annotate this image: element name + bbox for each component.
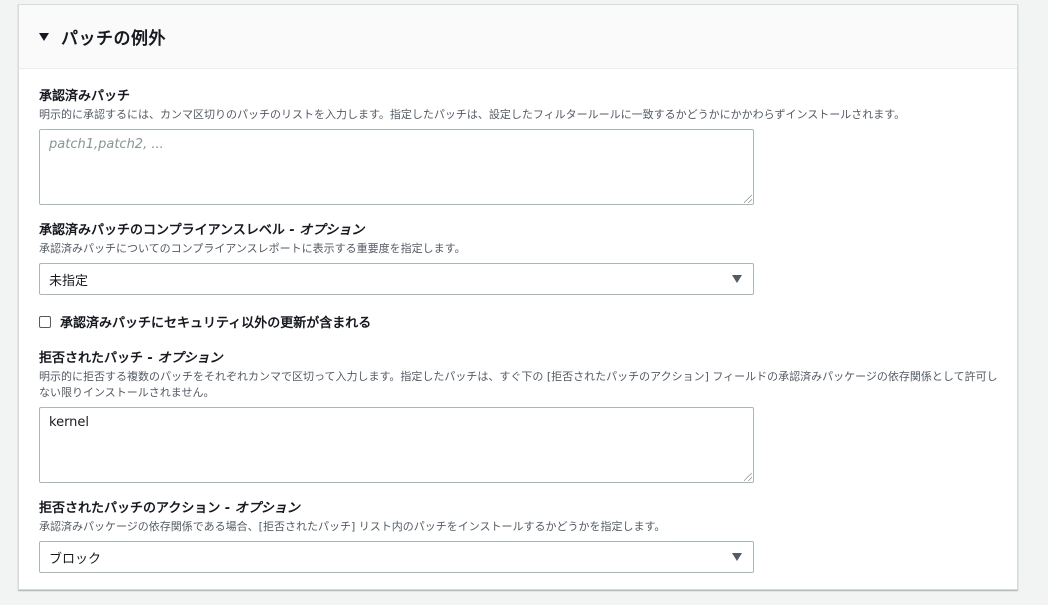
rejected-patches-value: kernel (49, 415, 90, 430)
resize-grip-icon[interactable] (744, 195, 752, 203)
patch-exceptions-panel: パッチの例外 承認済みパッチ 明示的に承認するには、カンマ区切りのパッチのリスト… (18, 4, 1018, 590)
include-non-security-checkbox[interactable] (39, 315, 51, 328)
rejected-patches-field: 拒否されたパッチ - オプション 明示的に拒否する複数のパッチをそれぞれカンマで… (39, 351, 1004, 483)
approved-patches-placeholder: patch1,patch2, ... (49, 137, 164, 152)
rejected-patches-label-text: 拒否されたパッチ (39, 351, 144, 366)
approved-patches-description: 明示的に承認するには、カンマ区切りのパッチのリストを入力します。指定したパッチは… (39, 108, 906, 121)
panel-title: パッチの例外 (61, 29, 166, 49)
rejected-patches-label: 拒否されたパッチ - オプション (39, 351, 1004, 367)
approved-patches-textarea[interactable]: patch1,patch2, ... (39, 129, 754, 205)
caret-down-icon[interactable] (39, 33, 49, 41)
compliance-level-selected: 未指定 (49, 273, 89, 289)
include-non-security-row[interactable]: 承認済みパッチにセキュリティ以外の更新が含まれる (39, 312, 371, 331)
rejected-action-label-text: 拒否されたパッチのアクション (39, 501, 221, 516)
rejected-patches-textarea[interactable]: kernel (39, 407, 754, 483)
dropdown-arrow-icon (732, 275, 742, 283)
approved-patches-label: 承認済みパッチ (39, 89, 131, 104)
include-non-security-label[interactable]: 承認済みパッチにセキュリティ以外の更新が含まれる (60, 312, 371, 331)
rejected-patches-description: 明示的に拒否する複数のパッチをそれぞれカンマで区切って入力します。指定したパッチ… (39, 370, 998, 399)
dropdown-arrow-icon (732, 553, 742, 561)
rejected-action-field: 拒否されたパッチのアクション - オプション 承認済みパッケージの依存関係である… (39, 501, 1004, 573)
rejected-action-label: 拒否されたパッチのアクション - オプション (39, 501, 1004, 517)
resize-grip-icon[interactable] (744, 473, 752, 481)
compliance-level-label-text: 承認済みパッチのコンプライアンスレベル (39, 223, 285, 238)
rejected-action-selected: ブロック (49, 551, 102, 567)
optional-tag: - オプション (220, 501, 300, 516)
compliance-level-field: 承認済みパッチのコンプライアンスレベル - オプション 承認済みパッチについての… (39, 223, 1004, 295)
approved-patches-field: 承認済みパッチ 明示的に承認するには、カンマ区切りのパッチのリストを入力します。… (39, 89, 1004, 205)
compliance-level-select[interactable]: 未指定 (39, 263, 754, 295)
compliance-level-label: 承認済みパッチのコンプライアンスレベル - オプション (39, 223, 1004, 239)
rejected-action-select[interactable]: ブロック (39, 541, 754, 573)
optional-tag: - オプション (143, 351, 223, 366)
optional-tag: - オプション (284, 223, 365, 238)
panel-header-toggle[interactable]: パッチの例外 (19, 5, 1017, 69)
rejected-action-description: 承認済みパッケージの依存関係である場合、[拒否されたパッチ] リスト内のパッチを… (39, 520, 666, 533)
compliance-level-description: 承認済みパッチについてのコンプライアンスレポートに表示する重要度を指定します。 (39, 242, 466, 255)
